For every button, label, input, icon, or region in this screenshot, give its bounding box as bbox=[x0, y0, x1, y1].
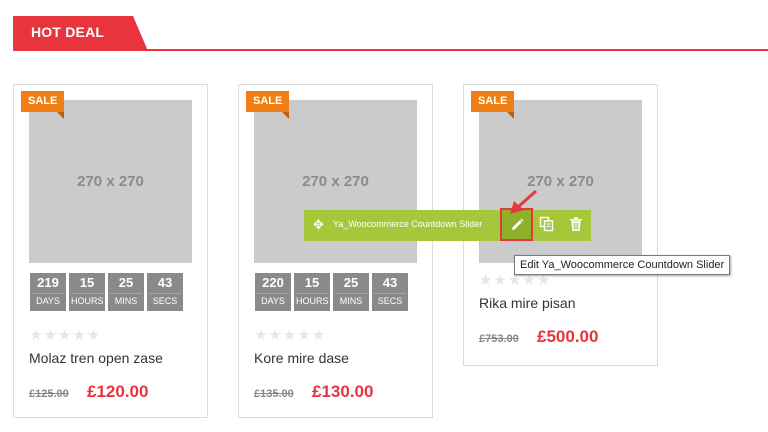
countdown-days: 219 DAYS bbox=[30, 273, 66, 311]
countdown-timer: 220 DAYS 15 HOURS 25 MINS 43 SECS bbox=[255, 273, 408, 311]
countdown-hours: 15 HOURS bbox=[69, 273, 105, 311]
edit-tooltip: Edit Ya_Woocommerce Countdown Slider bbox=[514, 255, 731, 275]
sale-badge: SALE bbox=[246, 91, 290, 119]
edit-pencil-icon bbox=[511, 218, 523, 230]
image-placeholder-label: 270 x 270 bbox=[77, 173, 144, 190]
countdown-mins: 25 MINS bbox=[333, 273, 369, 311]
sale-badge: SALE bbox=[471, 91, 515, 119]
sale-price: £130.00 bbox=[312, 382, 374, 401]
rating-stars: ★★★★★ bbox=[29, 327, 102, 344]
countdown-hours: 15 HOURS bbox=[294, 273, 330, 311]
section-divider bbox=[13, 49, 768, 51]
product-name-link[interactable]: Kore mire dase bbox=[254, 350, 349, 366]
old-price: £753.00 bbox=[479, 333, 519, 345]
duplicate-icon bbox=[539, 216, 554, 232]
sale-price: £500.00 bbox=[537, 327, 599, 346]
widget-toolbar-label: Ya_Woocommerce Countdown Slider bbox=[333, 219, 483, 229]
section-title: HOT DEAL bbox=[31, 24, 105, 40]
duplicate-widget-button[interactable] bbox=[539, 216, 555, 237]
countdown-timer: 219 DAYS 15 HOURS 25 MINS 43 SECS bbox=[30, 273, 183, 311]
sale-badge: SALE bbox=[21, 91, 65, 119]
rating-stars: ★★★★★ bbox=[254, 327, 327, 344]
product-image[interactable]: 270 x 270 bbox=[29, 100, 192, 263]
countdown-mins: 25 MINS bbox=[108, 273, 144, 311]
sale-price: £120.00 bbox=[87, 382, 149, 401]
product-name-link[interactable]: Rika mire pisan bbox=[479, 295, 575, 311]
countdown-secs: 43 SECS bbox=[372, 273, 408, 311]
rating-stars: ★★★★★ bbox=[479, 272, 552, 289]
countdown-days: 220 DAYS bbox=[255, 273, 291, 311]
countdown-secs: 43 SECS bbox=[147, 273, 183, 311]
product-name-link[interactable]: Molaz tren open zase bbox=[29, 350, 163, 366]
old-price: £125.00 bbox=[29, 388, 69, 400]
delete-widget-button[interactable] bbox=[568, 216, 584, 237]
annotation-arrow-icon bbox=[510, 189, 537, 214]
old-price: £135.00 bbox=[254, 388, 294, 400]
move-icon[interactable]: ✥ bbox=[313, 217, 324, 233]
trash-icon bbox=[570, 217, 582, 231]
image-placeholder-label: 270 x 270 bbox=[302, 173, 369, 190]
